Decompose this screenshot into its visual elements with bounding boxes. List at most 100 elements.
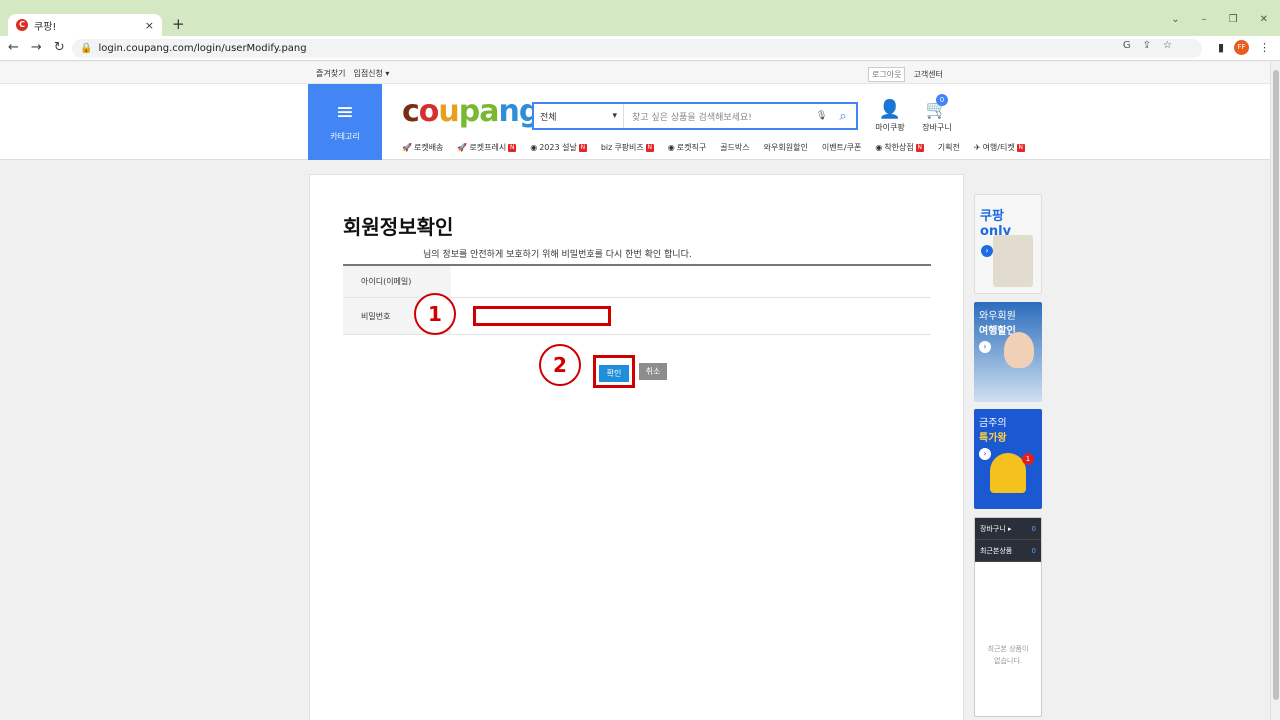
hamburger-icon: ≡: [335, 100, 355, 125]
banner3-line1: 금주의: [979, 418, 1007, 429]
user-icon: 👤: [878, 99, 902, 120]
menu-item[interactable]: biz 쿠팡비즈 N: [601, 142, 654, 153]
description-text: 님의 정보를 안전하게 보호하기 위해 비밀번호를 다시 한번 확인 합니다.: [423, 250, 692, 260]
recent-cart-row[interactable]: 장바구니 ▸ 0: [975, 518, 1041, 540]
chevron-right-icon: ›: [981, 245, 993, 257]
my-coupang-label: 마이쿠팡: [875, 123, 905, 132]
address-bar: ← → ↻ 🔒 login.coupang.com/login/userModif…: [0, 36, 1280, 61]
recent-viewed-label: 최근본상품: [980, 546, 1013, 555]
share-icon[interactable]: ⇪: [1143, 40, 1151, 51]
url-field[interactable]: 🔒 login.coupang.com/login/userModify.pang: [72, 39, 1202, 58]
confirm-button[interactable]: 확인: [599, 365, 629, 382]
menu-item[interactable]: 🚀 로켓프레시 N: [457, 142, 517, 153]
lock-icon: 🔒: [80, 43, 93, 54]
recent-empty-text: 최근본 상품이 없습니다.: [975, 643, 1041, 667]
bell-icon: [990, 453, 1026, 493]
menu-item-label: 착한상점: [884, 143, 914, 152]
menu-item[interactable]: 기획전: [938, 142, 960, 153]
password-field[interactable]: [473, 306, 611, 326]
my-coupang-button[interactable]: 👤 마이쿠팡: [872, 98, 908, 133]
banner2-line1: 와우회원: [979, 311, 1016, 322]
side-panel-icon[interactable]: ▮: [1218, 41, 1224, 54]
menu-item-icon: ◉: [667, 143, 675, 152]
model-image: [1004, 332, 1034, 368]
category-button[interactable]: ≡ 카테고리: [308, 84, 382, 160]
microphone-icon[interactable]: 🎙: [816, 111, 830, 121]
coupang-logo[interactable]: coupang: [402, 94, 540, 129]
site-header: ≡ 카테고리 coupang 전체 ▾ 찾고 싶은 상품을 검색해보세요! 🎙 …: [0, 84, 1270, 160]
restore-icon[interactable]: ❐: [1229, 14, 1238, 25]
coupang-only-banner[interactable]: 쿠팡 only ›: [974, 194, 1042, 294]
page-title: 회원정보확인: [343, 215, 454, 239]
menu-item-icon: ◉: [530, 143, 538, 152]
support-link[interactable]: 고객센터: [913, 69, 942, 80]
menu-item-label: 골드박스: [720, 143, 750, 152]
new-tab-icon[interactable]: +: [172, 15, 185, 33]
step-marker-1: 1: [414, 293, 456, 335]
menu-item[interactable]: ◉ 2023 설날 N: [530, 142, 587, 153]
weekly-deal-banner[interactable]: 금주의 특가왕 › 1: [974, 409, 1042, 509]
member-verify-panel: 회원정보확인 님의 정보를 안전하게 보호하기 위해 비밀번호를 다시 한번 확…: [309, 174, 964, 720]
google-icon[interactable]: G: [1123, 40, 1131, 51]
recent-panel: 장바구니 ▸ 0 최근본상품 0 최근본 상품이 없습니다.: [974, 517, 1042, 717]
new-badge-icon: N: [508, 143, 517, 152]
menu-item[interactable]: ✈ 여행/티켓 N: [974, 142, 1025, 153]
profile-avatar[interactable]: FF: [1234, 40, 1249, 55]
tab-close-icon[interactable]: ×: [145, 19, 154, 32]
tab-title: 쿠팡!: [34, 21, 57, 33]
new-badge-icon: N: [645, 143, 654, 152]
menu-item[interactable]: ◉ 착한상점 N: [875, 142, 924, 153]
wow-travel-banner[interactable]: 와우회원 여행할인 ›: [974, 302, 1042, 402]
reload-icon[interactable]: ↻: [54, 40, 65, 55]
notification-badge: 1: [1022, 453, 1034, 465]
product-image: [993, 235, 1033, 287]
menu-item-icon: 🚀: [457, 143, 468, 152]
menu-item-icon: ◉: [875, 143, 883, 152]
logo-part-c: c: [402, 94, 420, 129]
tab-search-icon[interactable]: ⌄: [1171, 14, 1179, 25]
search-category-select[interactable]: 전체 ▾: [534, 104, 624, 128]
menu-item-label: 여행/티켓: [982, 143, 1015, 152]
menu-item[interactable]: 🚀 로켓배송: [402, 142, 443, 153]
window-close-icon[interactable]: ✕: [1260, 14, 1268, 25]
recent-viewed-count: 0: [1031, 546, 1036, 555]
page-scrollbar[interactable]: [1270, 62, 1280, 720]
coupang-favicon-icon: C: [16, 19, 28, 31]
browser-tabstrip: C 쿠팡! × + ⌄ – ❐ ✕: [0, 0, 1280, 36]
confirm-highlight: 확인: [593, 355, 635, 388]
search-input[interactable]: 찾고 싶은 상품을 검색해보세요!: [624, 110, 816, 123]
password-cell: [451, 298, 931, 334]
menu-item[interactable]: ◉ 로켓직구: [668, 142, 706, 153]
url-text: login.coupang.com/login/userModify.pang: [98, 43, 307, 54]
recent-empty-line1: 최근본 상품이: [987, 645, 1029, 653]
banner3-line2: 특가왕: [979, 433, 1007, 444]
menu-kebab-icon[interactable]: ⋮: [1259, 41, 1270, 54]
search-icon[interactable]: ⌕: [830, 109, 856, 124]
forward-icon[interactable]: →: [31, 40, 42, 55]
menu-item[interactable]: 골드박스: [720, 142, 749, 153]
browser-tab[interactable]: C 쿠팡! ×: [8, 14, 162, 36]
window-controls: ⌄ – ❐ ✕: [1171, 14, 1268, 25]
logo-part-u: u: [438, 94, 459, 129]
menu-item[interactable]: 와우회원할인: [764, 142, 808, 153]
favorites-link[interactable]: 즐겨찾기: [316, 68, 345, 79]
menu-item-label: 로켓배송: [413, 143, 444, 152]
menu-item[interactable]: 이벤트/쿠폰: [822, 142, 862, 153]
menu-item-label: 와우회원할인: [763, 143, 808, 152]
cart-button[interactable]: 🛒 0 장바구니: [918, 94, 956, 133]
scrollbar-thumb[interactable]: [1273, 70, 1279, 700]
form-buttons: 확인 취소: [593, 355, 667, 388]
menu-item-icon: ✈: [973, 143, 981, 152]
back-icon[interactable]: ←: [8, 40, 19, 55]
bookmark-star-icon[interactable]: ☆: [1163, 40, 1172, 51]
menu-item-label: 로켓직구: [676, 143, 707, 152]
minimize-icon[interactable]: –: [1202, 14, 1207, 25]
chevron-right-icon: ›: [979, 448, 991, 460]
recent-cart-label: 장바구니 ▸: [980, 524, 1012, 533]
seller-link[interactable]: 입점신청 ▾: [353, 68, 389, 79]
top-utility-bar: 즐겨찾기 입점신청 ▾ 로그아웃 고객센터: [0, 62, 1270, 84]
recent-viewed-row[interactable]: 최근본상품 0: [975, 540, 1041, 562]
cancel-button[interactable]: 취소: [639, 363, 667, 380]
menu-item-label: 로켓프레시: [469, 143, 507, 152]
logout-link[interactable]: 로그아웃: [868, 67, 906, 82]
